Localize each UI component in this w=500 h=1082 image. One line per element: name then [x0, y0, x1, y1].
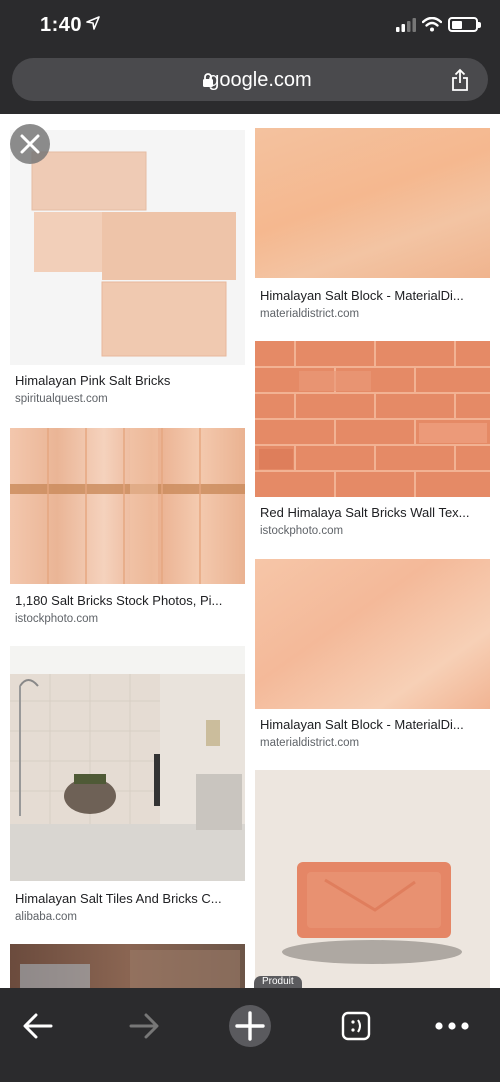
image-result-card[interactable]: Red Himalaya Salt Bricks Wall Tex... ist… [255, 341, 490, 541]
result-thumbnail[interactable] [10, 130, 245, 365]
close-button[interactable] [10, 124, 50, 164]
wifi-icon [422, 17, 442, 32]
result-thumbnail[interactable] [255, 770, 490, 988]
result-title[interactable]: 1,180 Salt Bricks Stock Photos, Pi... [15, 593, 243, 608]
image-result-card[interactable]: Himalayan Salt Block - MaterialDi... mat… [255, 128, 490, 328]
back-button[interactable] [10, 998, 66, 1054]
status-time: 1:40 [40, 14, 83, 36]
result-domain: istockphoto.com [260, 525, 344, 537]
forward-icon [129, 1013, 159, 1039]
image-result-card[interactable] [255, 770, 490, 988]
tab-switcher-button[interactable] [328, 998, 384, 1054]
more-icon [435, 1022, 469, 1030]
battery-icon [448, 17, 481, 32]
tab-switcher-icon [341, 1011, 371, 1041]
location-arrow-icon [86, 16, 100, 30]
browser-bottom-toolbar [0, 988, 500, 1082]
share-icon[interactable] [450, 68, 470, 92]
result-thumbnail[interactable] [255, 128, 490, 278]
result-thumbnail[interactable] [255, 341, 490, 497]
result-title[interactable]: Himalayan Salt Block - MaterialDi... [260, 717, 488, 732]
result-title[interactable]: Red Himalaya Salt Bricks Wall Tex... [260, 505, 488, 520]
result-domain: istockphoto.com [15, 613, 99, 625]
image-results-grid: Himalayan Pink Salt Bricks spiritualques… [0, 114, 500, 988]
image-result-card[interactable]: Himalayan Salt Block - MaterialDi... mat… [255, 559, 490, 759]
result-thumbnail[interactable] [10, 944, 245, 988]
status-bar: 1:40 [0, 0, 500, 50]
cellular-signal-icon [396, 18, 416, 32]
forward-button[interactable] [116, 998, 172, 1054]
result-title[interactable]: Himalayan Pink Salt Bricks [15, 373, 240, 388]
address-bar-url: google.com [208, 69, 312, 91]
back-icon [23, 1013, 53, 1039]
result-thumbnail[interactable] [10, 646, 245, 881]
new-tab-button[interactable] [222, 998, 278, 1054]
browser-toolbar: google.com [0, 50, 500, 114]
image-result-card[interactable]: Himalayan Pink Salt Bricks spiritualques… [10, 130, 245, 414]
result-domain: spiritualquest.com [15, 393, 108, 405]
image-result-card[interactable]: Himalayan Salt Tiles And Bricks C... ali… [10, 646, 245, 926]
close-icon [20, 134, 40, 154]
new-tab-plus-icon [229, 1005, 271, 1047]
result-domain: materialdistrict.com [260, 308, 360, 320]
image-result-card[interactable]: 1,180 Salt Bricks Stock Photos, Pi... is… [10, 428, 245, 628]
result-domain: alibaba.com [15, 911, 78, 923]
result-thumbnail[interactable] [10, 428, 245, 584]
result-title[interactable]: Himalayan Salt Tiles And Bricks C... [15, 891, 243, 906]
result-domain: materialdistrict.com [260, 737, 360, 749]
address-bar[interactable]: google.com [12, 58, 488, 101]
image-result-card[interactable] [10, 944, 245, 988]
result-title[interactable]: Himalayan Salt Block - MaterialDi... [260, 288, 488, 303]
result-thumbnail[interactable] [255, 559, 490, 709]
more-button[interactable] [424, 998, 480, 1054]
